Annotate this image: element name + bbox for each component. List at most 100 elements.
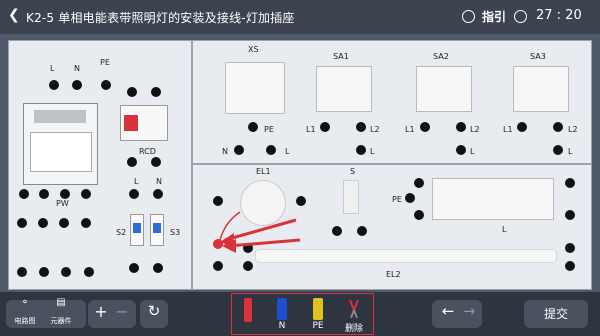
sa3-terminal-l[interactable] xyxy=(553,145,563,155)
ballast xyxy=(432,178,554,220)
switch-sa2[interactable] xyxy=(416,66,472,112)
page-title: K2-5 单相电能表带照明灯的安装及接线-灯加插座 xyxy=(26,11,295,25)
pw-terminal-b1[interactable] xyxy=(17,267,27,277)
starter-terminal-2[interactable] xyxy=(357,226,367,236)
breaker-s3 xyxy=(150,214,164,246)
back-chevron-icon[interactable]: ❮ xyxy=(8,7,20,23)
pw-terminal-l4[interactable] xyxy=(81,218,91,228)
components-icon[interactable]: ▤ xyxy=(46,297,76,308)
pw-terminal-b3[interactable] xyxy=(61,267,71,277)
el2-label: EL2 xyxy=(386,270,401,279)
rcd-terminal-bottom-1[interactable] xyxy=(127,157,137,167)
tube-terminal-right-1[interactable] xyxy=(565,243,575,253)
s3-label: S3 xyxy=(170,228,181,237)
nav-forward-button[interactable]: → xyxy=(454,302,484,320)
sa3-l1-label: L1 xyxy=(503,125,513,134)
sa1-l1-label: L1 xyxy=(306,125,316,134)
meter-label: PW xyxy=(56,199,69,208)
top-bar: ❮ K2-5 单相电能表带照明灯的安装及接线-灯加插座 指引 27 : 20 xyxy=(0,0,600,34)
s2-terminal-bottom[interactable] xyxy=(129,263,139,273)
pliers-delete-icon[interactable] xyxy=(348,299,360,319)
ballast-terminal-r2[interactable] xyxy=(565,210,575,220)
ballast-pe-label: PE xyxy=(392,195,402,204)
sa2-l1-label: L1 xyxy=(405,125,415,134)
ballast-terminal-top[interactable] xyxy=(414,178,424,188)
guide-button[interactable]: 指引 xyxy=(482,8,506,25)
n-wire-tool-label[interactable]: N xyxy=(267,321,297,331)
el1-terminal-bottom[interactable] xyxy=(213,261,223,271)
pe-wire-tool-icon[interactable] xyxy=(313,298,323,320)
pw-terminal-l2[interactable] xyxy=(38,218,48,228)
rcd-terminal-top-2[interactable] xyxy=(151,87,161,97)
refresh-button[interactable]: ↻ xyxy=(139,302,169,320)
meter-terminal-2[interactable] xyxy=(39,189,49,199)
socket-outlet xyxy=(225,62,285,114)
terminal-label-pe: PE xyxy=(100,58,110,67)
rcd-breaker xyxy=(120,105,168,141)
sa2-l-label: L xyxy=(470,147,475,156)
breaker-s2 xyxy=(130,214,144,246)
pe-wire-tool-label[interactable]: PE xyxy=(303,321,333,331)
starter-s xyxy=(343,180,359,214)
ballast-l-label: L xyxy=(502,225,507,234)
meter-terminal-3[interactable] xyxy=(60,189,70,199)
sa1-terminal-l[interactable] xyxy=(356,145,366,155)
pw-terminal-l3[interactable] xyxy=(59,218,69,228)
switch-sa1[interactable] xyxy=(316,66,372,112)
delete-tool-label[interactable]: 删除 xyxy=(339,321,369,334)
pw-terminal-b2[interactable] xyxy=(39,267,49,277)
meter-terminal-1[interactable] xyxy=(19,189,29,199)
timer-readout: 27 : 20 xyxy=(536,8,582,23)
energy-meter xyxy=(23,103,98,185)
s3-terminal-bottom[interactable] xyxy=(153,263,163,273)
socket-n-label: N xyxy=(222,147,228,156)
starter-terminal-1[interactable] xyxy=(332,226,342,236)
terminal-n[interactable] xyxy=(72,80,82,90)
sa1-terminal-l2[interactable] xyxy=(356,122,366,132)
ballast-terminal-r1[interactable] xyxy=(565,178,575,188)
red-wire-tool-icon[interactable] xyxy=(244,298,252,322)
socket-terminal-l[interactable] xyxy=(266,145,276,155)
ballast-terminal-pe[interactable] xyxy=(405,193,415,203)
sa3-terminal-l2[interactable] xyxy=(553,122,563,132)
ballast-terminal-bottom[interactable] xyxy=(414,210,424,220)
sa2-terminal-l2[interactable] xyxy=(456,122,466,132)
sa3-l2-label: L2 xyxy=(568,125,578,134)
hint-arrows xyxy=(219,211,301,253)
socket-terminal-n[interactable] xyxy=(234,145,244,155)
socket-label: XS xyxy=(248,45,259,54)
sa1-terminal-l1[interactable] xyxy=(320,122,330,132)
circuit-diagram-icon[interactable]: ⚬ xyxy=(10,297,40,308)
rcd-terminal-bottom-2[interactable] xyxy=(151,157,161,167)
sa2-label: SA2 xyxy=(433,52,449,61)
starter-label: S xyxy=(350,167,356,176)
rcd-out-l-terminal[interactable] xyxy=(129,189,139,199)
sa3-label: SA3 xyxy=(530,52,546,61)
socket-pe-label: PE xyxy=(264,125,274,134)
components-button[interactable]: 元器件 xyxy=(46,316,76,326)
sa3-l-label: L xyxy=(568,147,573,156)
tube-terminal-left-2[interactable] xyxy=(243,261,253,271)
rcd-out-n-terminal[interactable] xyxy=(153,189,163,199)
socket-terminal-pe[interactable] xyxy=(248,122,258,132)
submit-button[interactable]: 提交 xyxy=(524,300,588,328)
sa1-l2-label: L2 xyxy=(370,125,380,134)
terminal-l[interactable] xyxy=(49,80,59,90)
play-icon[interactable] xyxy=(462,10,475,23)
zoom-out-button[interactable]: − xyxy=(107,302,137,321)
sa2-l2-label: L2 xyxy=(470,125,480,134)
tube-terminal-right-2[interactable] xyxy=(565,261,575,271)
terminal-pe[interactable] xyxy=(101,80,111,90)
sa2-terminal-l[interactable] xyxy=(456,145,466,155)
meter-terminal-4[interactable] xyxy=(81,189,91,199)
circuit-diagram-button[interactable]: 电路图 xyxy=(10,316,40,326)
pw-terminal-l1[interactable] xyxy=(17,218,27,228)
rcd-terminal-top-1[interactable] xyxy=(127,87,137,97)
n-wire-tool-icon[interactable] xyxy=(277,298,287,320)
switch-sa3[interactable] xyxy=(513,66,569,112)
pw-terminal-b4[interactable] xyxy=(84,267,94,277)
sa3-terminal-l1[interactable] xyxy=(517,122,527,132)
rcd-out-l-label: L xyxy=(134,177,139,186)
terminal-label-n: N xyxy=(74,64,80,73)
sa2-terminal-l1[interactable] xyxy=(420,122,430,132)
